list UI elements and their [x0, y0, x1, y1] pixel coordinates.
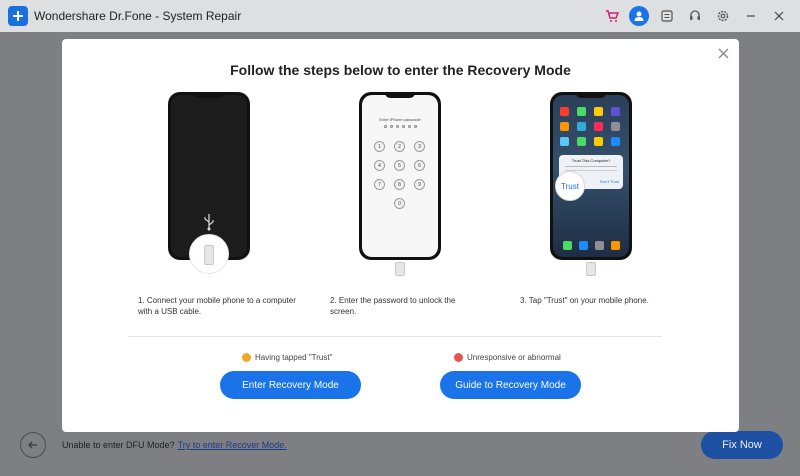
enter-recovery-mode-button[interactable]: Enter Recovery Mode	[220, 371, 361, 399]
recover-mode-link[interactable]: Try to enter Recover Mode.	[178, 440, 287, 450]
passcode-dot	[408, 125, 411, 128]
app-icon	[577, 122, 586, 131]
app-icon	[611, 122, 620, 131]
app-icon	[577, 107, 586, 116]
passcode-dot	[384, 125, 387, 128]
keypad-key: 0	[394, 198, 405, 209]
trust-dialog-title: Trust This Computer?	[571, 158, 611, 163]
keypad-key: 7	[374, 179, 385, 190]
cart-icon[interactable]	[602, 6, 622, 26]
dont-trust-button: Don't Trust	[599, 179, 619, 184]
keypad-key: 1	[374, 141, 385, 152]
user-icon[interactable]	[629, 6, 649, 26]
divider	[128, 336, 662, 337]
dialog-title: Follow the steps below to enter the Reco…	[230, 62, 571, 78]
option-1-hint-text: Having tapped "Trust"	[255, 353, 333, 362]
keypad-key: 3	[414, 141, 425, 152]
keypad-key: 4	[374, 160, 385, 171]
guide-to-recovery-mode-button[interactable]: Guide to Recovery Mode	[440, 371, 581, 399]
dialog-close-icon[interactable]	[715, 45, 731, 61]
passcode-dot	[396, 125, 399, 128]
recovery-mode-dialog: Follow the steps below to enter the Reco…	[62, 39, 739, 432]
app-icon	[577, 137, 586, 146]
cable-phone2	[395, 262, 405, 276]
app-icon	[611, 137, 620, 146]
usb-cable-circle	[189, 234, 229, 274]
smile-emoji-icon	[242, 353, 251, 362]
dfu-hint: Unable to enter DFU Mode? Try to enter Re…	[62, 440, 287, 450]
sad-emoji-icon	[454, 353, 463, 362]
keypad-key: 9	[414, 179, 425, 190]
option-2-hint: Unresponsive or abnormal	[454, 353, 561, 362]
passcode-dot	[402, 125, 405, 128]
keypad-key: 8	[394, 179, 405, 190]
close-icon[interactable]	[769, 6, 789, 26]
app-logo-icon	[8, 6, 28, 26]
option-2-hint-text: Unresponsive or abnormal	[467, 353, 561, 362]
step-1-text: 1. Connect your mobile phone to a comput…	[138, 296, 296, 316]
app-icon	[594, 107, 603, 116]
cable-phone3	[586, 262, 596, 276]
trust-highlight-circle: Trust	[555, 171, 585, 201]
app-icon	[594, 137, 603, 146]
option-1-hint: Having tapped "Trust"	[242, 353, 332, 362]
app-icon	[594, 122, 603, 131]
trust-button-label: Trust	[561, 181, 579, 191]
passcode-dot	[414, 125, 417, 128]
minimize-icon[interactable]	[741, 6, 761, 26]
back-button[interactable]	[20, 432, 46, 458]
arrow-left-icon	[28, 441, 37, 449]
app-icon	[560, 107, 569, 116]
phone-passcode-illustration: Enter iPhone passcode 123 456 7890	[359, 92, 441, 260]
keypad-key: 2	[394, 141, 405, 152]
app-icon	[611, 107, 620, 116]
app-icon	[560, 137, 569, 146]
passcode-label: Enter iPhone passcode	[379, 117, 421, 122]
app-icon	[560, 122, 569, 131]
fix-now-button[interactable]: Fix Now	[701, 431, 783, 459]
feedback-icon[interactable]	[657, 6, 677, 26]
step-2-text: 2. Enter the password to unlock the scre…	[330, 296, 456, 316]
step-3-text: 3. Tap "Trust" on your mobile phone.	[520, 296, 649, 305]
keypad-key: 6	[414, 160, 425, 171]
dfu-text: Unable to enter DFU Mode?	[62, 440, 175, 450]
usb-icon	[204, 214, 214, 231]
passcode-dot	[390, 125, 393, 128]
title-bar: Wondershare Dr.Fone - System Repair	[0, 0, 800, 32]
keypad-key: 5	[394, 160, 405, 171]
app-title: Wondershare Dr.Fone - System Repair	[34, 9, 242, 23]
settings-icon[interactable]	[713, 6, 733, 26]
support-icon[interactable]	[685, 6, 705, 26]
